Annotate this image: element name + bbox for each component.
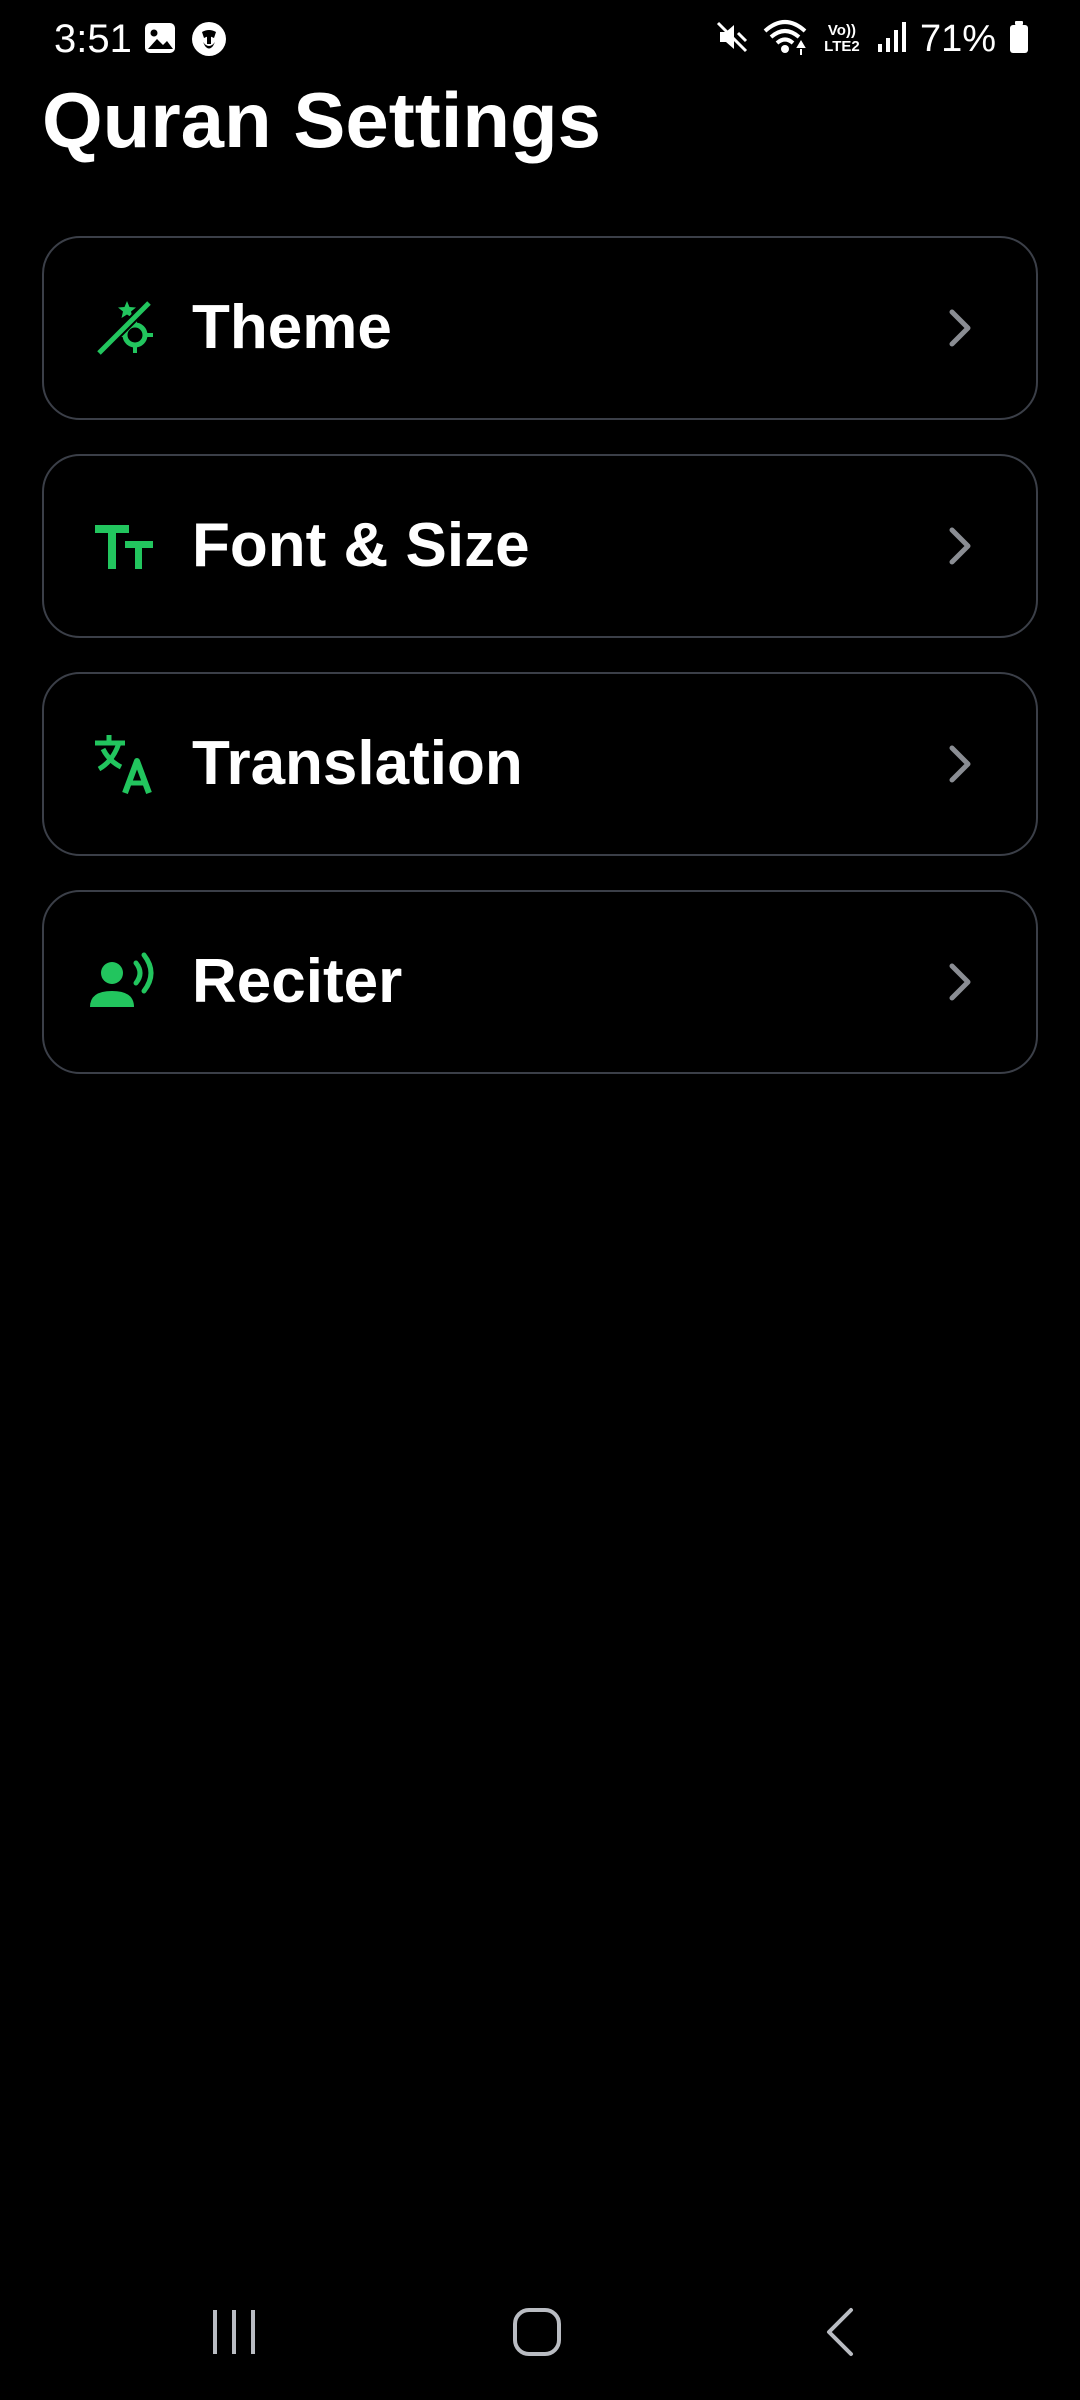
translation-label: Translation: [192, 729, 523, 798]
signal-icon: [876, 20, 908, 59]
wifi-icon: [762, 17, 808, 62]
font-size-label: Font & Size: [192, 511, 530, 580]
chevron-right-icon: [946, 306, 976, 350]
reciter-label: Reciter: [192, 947, 403, 1016]
page-title: Quran Settings: [42, 76, 602, 164]
chevron-right-icon: [946, 960, 976, 1004]
back-icon: [827, 2308, 853, 2356]
back-button[interactable]: [800, 2300, 880, 2364]
status-right-icons: Vo)) LTE2 71%: [714, 14, 1030, 64]
volte-label: Vo)): [827, 22, 856, 39]
notification-icons: [142, 20, 228, 63]
settings-item-reciter[interactable]: Reciter: [42, 890, 1038, 1074]
translate-icon: [88, 728, 160, 800]
mute-icon: [714, 19, 750, 60]
lte-label: LTE2: [824, 38, 860, 55]
recents-button[interactable]: [194, 2300, 274, 2364]
settings-item-theme[interactable]: Theme: [42, 236, 1038, 420]
status-time: 3:51: [54, 17, 132, 61]
messenger-icon: [190, 20, 228, 63]
settings-list: Theme Font & Size Translation Reciter: [42, 236, 1038, 1108]
chevron-right-icon: [946, 742, 976, 786]
chevron-right-icon: [946, 524, 976, 568]
font-size-icon: [88, 510, 160, 582]
status-bar: 3:51 Vo)) LTE2 71%: [0, 0, 1080, 78]
system-nav-bar: [0, 2280, 1080, 2380]
home-icon: [513, 2308, 561, 2356]
battery-percent: 71%: [919, 18, 996, 60]
theme-icon: [88, 292, 160, 364]
theme-label: Theme: [192, 293, 392, 362]
battery-icon: [1008, 20, 1030, 59]
settings-item-translation[interactable]: Translation: [42, 672, 1038, 856]
gallery-icon: [142, 20, 178, 63]
home-button[interactable]: [497, 2300, 577, 2364]
recents-icon: [213, 2310, 255, 2354]
settings-item-font-size[interactable]: Font & Size: [42, 454, 1038, 638]
network-type: Vo)) LTE2: [820, 23, 864, 55]
reciter-icon: [88, 946, 160, 1018]
